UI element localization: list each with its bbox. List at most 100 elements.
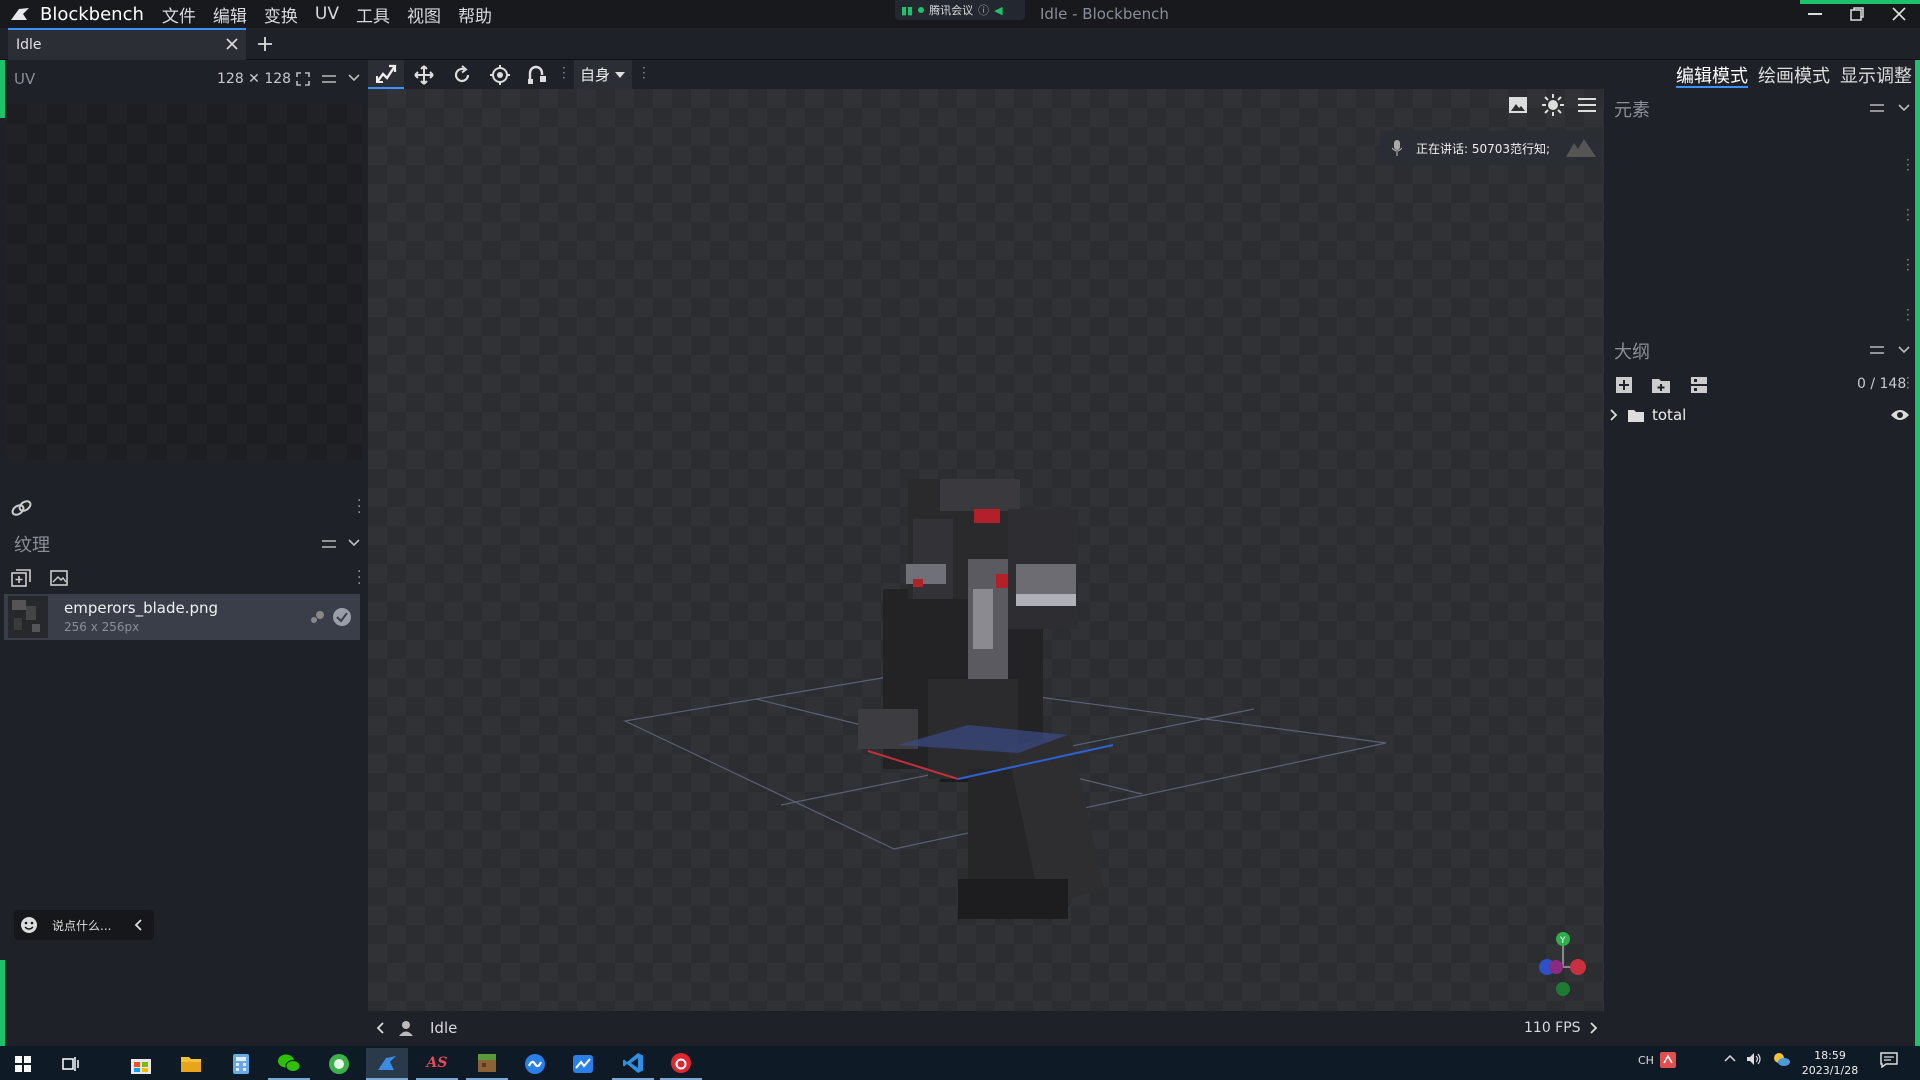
uv-label: UV xyxy=(14,70,36,88)
move-tool-button[interactable] xyxy=(368,60,404,89)
blockbench-logo xyxy=(0,0,40,28)
right-sidebar xyxy=(1604,89,1920,1046)
menu-view[interactable]: 视图 xyxy=(407,2,441,27)
tencent-meeting-icon[interactable] xyxy=(514,1048,556,1080)
3d-viewport[interactable]: 正在讲话: 50703范行知; Y xyxy=(368,89,1604,1011)
menu-tools[interactable]: 工具 xyxy=(356,2,390,27)
chat-input[interactable]: 说点什么... xyxy=(14,910,154,940)
add-cube-icon[interactable] xyxy=(1615,376,1633,394)
clock-time: 18:59 xyxy=(1814,1049,1846,1062)
maximize-button[interactable] xyxy=(1836,0,1878,28)
menu-icon[interactable] xyxy=(1870,344,1884,356)
fullscreen-icon[interactable] xyxy=(296,72,310,86)
collapse-all-icon[interactable] xyxy=(1690,376,1708,394)
vertex-snap-icon[interactable] xyxy=(520,60,556,89)
character-model xyxy=(858,479,1104,919)
taskbar-clock[interactable]: 18:59 2023/1/28 xyxy=(1800,1046,1860,1080)
particle-icon[interactable] xyxy=(310,610,326,624)
more-icon[interactable]: · · · xyxy=(1906,372,1910,394)
windows-start-icon[interactable] xyxy=(2,1048,44,1080)
tab-label: Idle xyxy=(16,37,42,53)
toolbar-separator: · · · xyxy=(562,61,566,85)
chevron-left-icon[interactable] xyxy=(376,1022,384,1034)
close-window-button[interactable] xyxy=(1878,0,1920,28)
meeting-indicator[interactable]: ▮▮ 腾讯会议 ⓘ ◀ xyxy=(895,0,1025,20)
menu-icon[interactable] xyxy=(322,538,336,550)
android-studio-icon[interactable]: AS xyxy=(416,1048,458,1080)
file-explorer-icon[interactable] xyxy=(170,1048,212,1080)
check-circle-icon[interactable] xyxy=(332,607,352,627)
more-icon[interactable]: · · · xyxy=(1906,304,1910,326)
menu-icon[interactable] xyxy=(322,73,336,85)
calculator-icon[interactable] xyxy=(220,1048,262,1080)
texture-name: emperors_blade.png xyxy=(64,599,219,617)
emoji-icon[interactable] xyxy=(20,916,38,934)
task-view-icon[interactable] xyxy=(50,1048,92,1080)
wechat-icon[interactable] xyxy=(268,1048,310,1080)
caret-down-icon xyxy=(615,71,626,78)
chevron-up-icon[interactable] xyxy=(1724,1054,1736,1062)
uv-editor[interactable] xyxy=(7,104,362,460)
menu-icon[interactable] xyxy=(1870,102,1884,114)
share-border xyxy=(0,960,5,1046)
eye-icon[interactable] xyxy=(1890,408,1910,422)
blockbench-taskbar-icon[interactable] xyxy=(366,1048,408,1080)
close-icon[interactable] xyxy=(226,38,238,50)
mode-display[interactable]: 显示调整 xyxy=(1840,62,1912,88)
browser-icon[interactable] xyxy=(318,1048,360,1080)
minimize-button[interactable] xyxy=(1794,0,1836,28)
image-icon[interactable] xyxy=(1508,96,1528,114)
folder-icon xyxy=(1628,409,1644,422)
ime-icon[interactable] xyxy=(1660,1052,1676,1068)
mode-paint[interactable]: 绘画模式 xyxy=(1758,62,1830,88)
move-icon[interactable] xyxy=(406,60,442,89)
rotate-icon[interactable] xyxy=(444,60,480,89)
minecraft-icon[interactable] xyxy=(466,1048,508,1080)
store-icon[interactable] xyxy=(120,1048,162,1080)
chevron-down-icon[interactable] xyxy=(1898,104,1910,112)
vscode-icon[interactable] xyxy=(612,1048,654,1080)
menu-edit[interactable]: 编辑 xyxy=(213,2,247,27)
transform-space-select[interactable]: 自身 xyxy=(574,60,632,89)
chevron-down-icon[interactable] xyxy=(1898,346,1910,354)
import-texture-icon[interactable] xyxy=(11,569,31,587)
link-icon[interactable] xyxy=(10,498,34,518)
fps-counter: 110 FPS xyxy=(1524,1020,1581,1036)
more-icon[interactable]: · · · xyxy=(357,494,361,520)
notification-icon[interactable] xyxy=(1880,1052,1898,1068)
share-border xyxy=(0,60,5,118)
netease-music-icon[interactable] xyxy=(660,1048,702,1080)
menu-uv[interactable]: UV xyxy=(315,4,339,24)
uv-size[interactable]: 128 ✕ 128 xyxy=(217,71,291,87)
volume-icon[interactable] xyxy=(1746,1052,1762,1066)
plus-icon[interactable] xyxy=(254,33,276,55)
input-language[interactable]: CH xyxy=(1638,1054,1654,1067)
viewport-menu-icon[interactable] xyxy=(1578,98,1596,112)
animation-name: Idle xyxy=(430,1019,458,1037)
more-icon[interactable]: · · · xyxy=(1906,154,1910,176)
more-icon[interactable]: · · · xyxy=(1906,204,1910,226)
more-icon[interactable]: · · · xyxy=(1906,254,1910,276)
more-icon[interactable]: · · · xyxy=(357,565,361,591)
chevron-right-icon[interactable] xyxy=(1590,1022,1598,1034)
chevron-down-icon[interactable] xyxy=(348,74,360,82)
tab-idle[interactable]: Idle xyxy=(8,28,246,60)
outliner-item-total[interactable]: total xyxy=(1608,404,1914,426)
add-group-icon[interactable] xyxy=(1651,376,1671,394)
app-name: Blockbench xyxy=(40,3,144,25)
texture-size: 256 x 256px xyxy=(64,620,140,634)
sun-icon[interactable] xyxy=(1542,94,1564,116)
weather-icon[interactable] xyxy=(1772,1051,1790,1067)
chevron-left-icon[interactable] xyxy=(134,919,142,931)
new-texture-icon[interactable] xyxy=(50,570,68,586)
axis-gizmo[interactable]: Y xyxy=(1528,931,1598,1003)
menu-transform[interactable]: 变换 xyxy=(264,2,298,27)
menu-file[interactable]: 文件 xyxy=(162,2,196,27)
chevron-right-icon[interactable] xyxy=(1610,409,1618,421)
pivot-icon[interactable] xyxy=(482,60,518,89)
chevron-down-icon[interactable] xyxy=(348,539,360,547)
texture-item[interactable]: emperors_blade.png 256 x 256px xyxy=(4,594,360,640)
menu-help[interactable]: 帮助 xyxy=(458,2,492,27)
mode-edit[interactable]: 编辑模式 xyxy=(1676,62,1748,88)
meeting-window-icon[interactable] xyxy=(562,1048,604,1080)
